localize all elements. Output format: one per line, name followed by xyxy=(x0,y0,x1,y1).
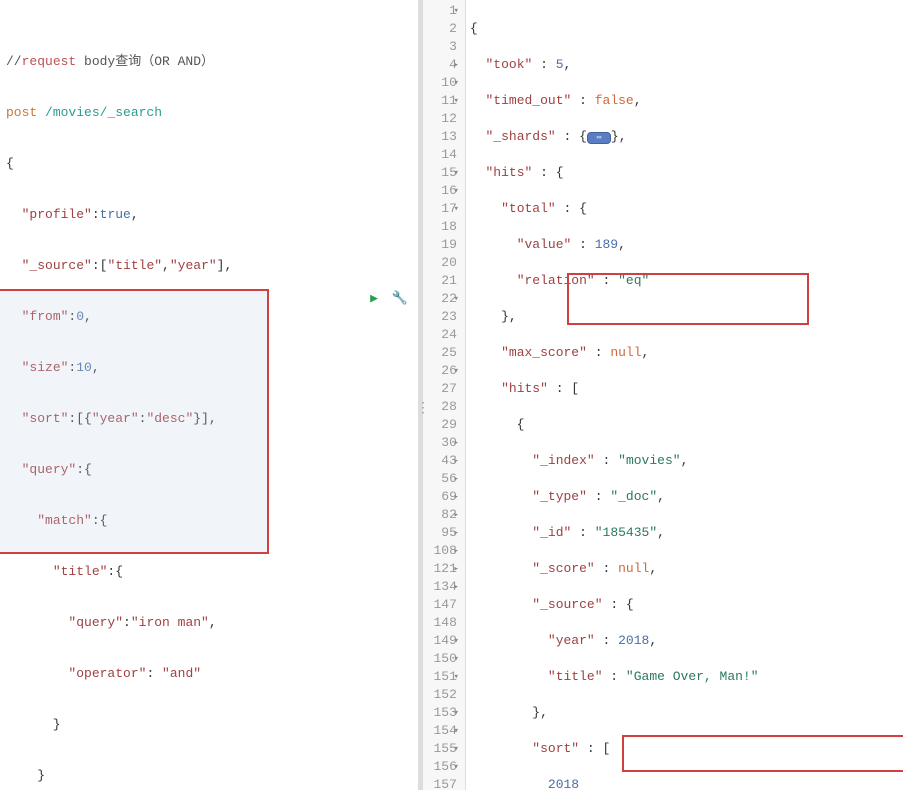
action-icons: ▶ 🔧 xyxy=(370,291,408,306)
fold-badge[interactable]: ▭ xyxy=(587,132,611,144)
response-pane: 1▾234▸10▾11▾12131415▾16▾17▾1819202122▾23… xyxy=(423,0,903,790)
request-editor-pane[interactable]: //request body查询（OR AND） post /movies/_s… xyxy=(0,0,418,790)
run-icon[interactable]: ▶ xyxy=(370,291,378,306)
line-gutter: 1▾234▸10▾11▾12131415▾16▾17▾1819202122▾23… xyxy=(423,0,466,790)
settings-icon[interactable]: 🔧 xyxy=(392,291,408,306)
response-code[interactable]: { "took" : 5, "timed_out" : false, "_sha… xyxy=(466,0,903,790)
request-code[interactable]: //request body查询（OR AND） post /movies/_s… xyxy=(0,0,418,790)
pane-divider[interactable] xyxy=(418,0,423,790)
